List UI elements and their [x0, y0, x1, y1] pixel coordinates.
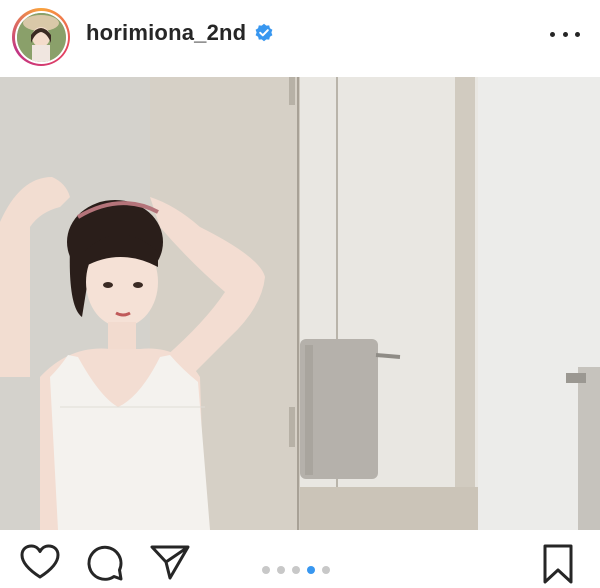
post-actions: [0, 530, 600, 588]
verified-badge-icon: [255, 23, 273, 42]
profile-photo: [16, 12, 66, 62]
carousel-indicator: [262, 566, 330, 574]
story-ring[interactable]: [12, 8, 70, 66]
carousel-dot: [277, 566, 285, 574]
more-horizontal-icon[interactable]: [550, 22, 580, 46]
post-photo[interactable]: [0, 77, 600, 530]
send-icon[interactable]: [150, 544, 190, 580]
heart-icon[interactable]: [20, 544, 60, 580]
bookmark-icon[interactable]: [542, 544, 574, 584]
carousel-dot-active: [307, 566, 315, 574]
carousel-dot: [322, 566, 330, 574]
carousel-dot: [262, 566, 270, 574]
username[interactable]: horimiona_2nd: [86, 20, 246, 46]
post-header: horimiona_2nd: [0, 0, 600, 76]
carousel-dot: [292, 566, 300, 574]
comment-icon[interactable]: [86, 544, 124, 582]
post-image: [0, 77, 600, 530]
avatar: [16, 12, 66, 62]
